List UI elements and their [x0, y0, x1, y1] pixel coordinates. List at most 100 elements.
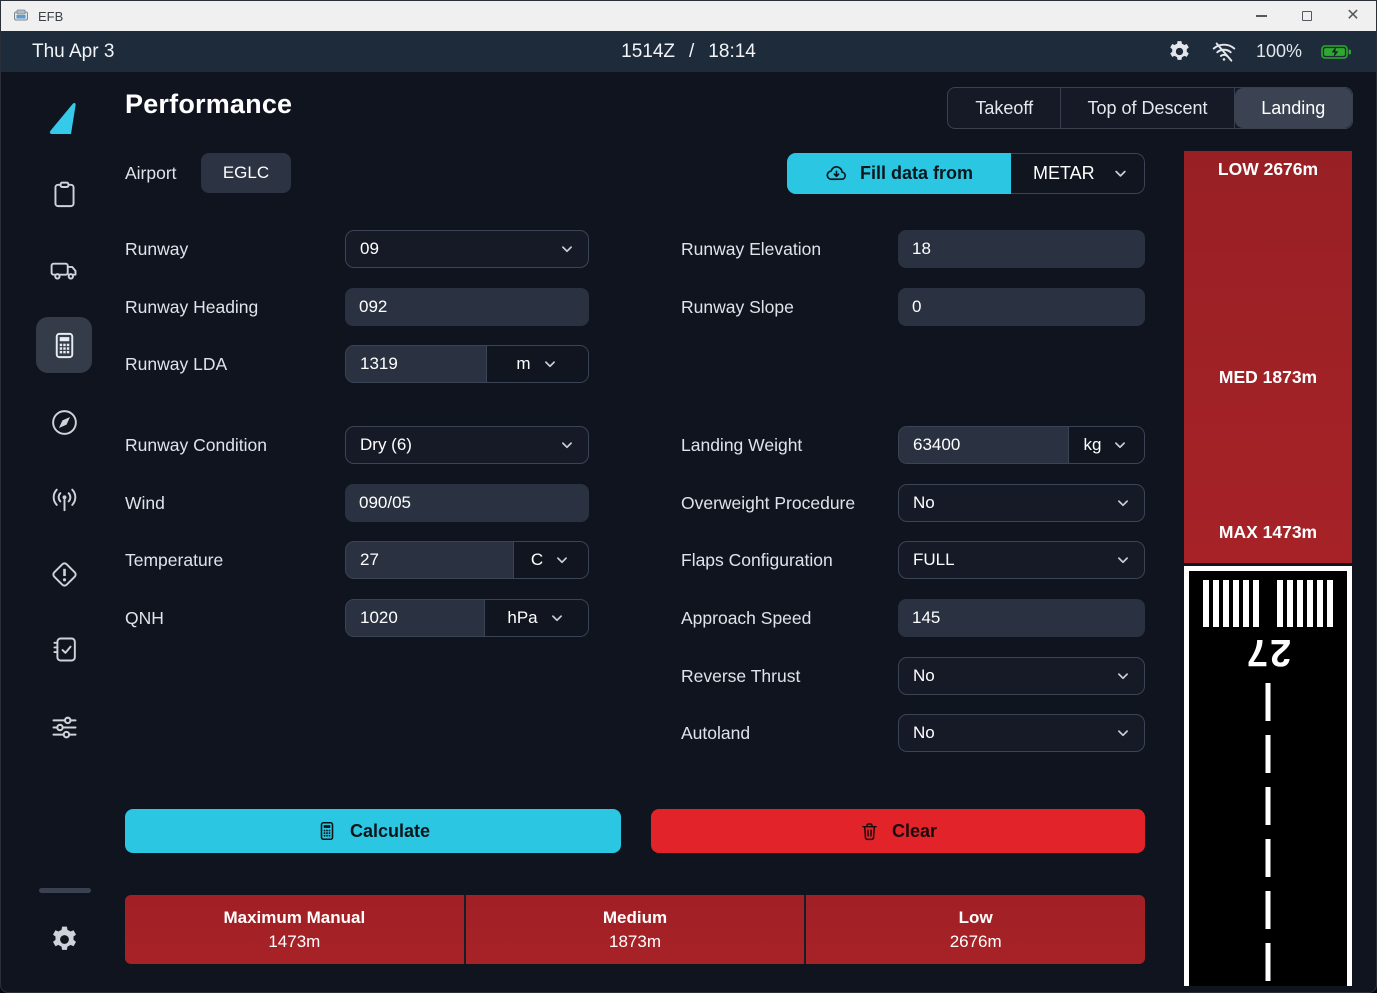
reverse-thrust-select[interactable]: No [898, 657, 1145, 695]
sidebar-item-preferences[interactable] [36, 699, 92, 755]
calculator-icon [316, 820, 338, 842]
overweight-procedure-select[interactable]: No [898, 484, 1145, 522]
braking-med-label: MED 1873m [1184, 367, 1352, 388]
result-maximum-manual: Maximum Manual 1473m [125, 895, 464, 964]
local-time: 18:14 [708, 31, 756, 72]
calculate-button[interactable]: Calculate [125, 809, 621, 853]
page-title: Performance [125, 89, 292, 120]
runway-centerline [1266, 683, 1271, 986]
status-bar: Thu Apr 3 1514Z / 18:14 100% [1, 31, 1376, 72]
time-separator: / [689, 31, 694, 72]
temperature-unit-dropdown[interactable]: C [513, 542, 588, 578]
app-window: EFB ✕ Thu Apr 3 1514Z / 18:14 100% [0, 0, 1377, 993]
airport-code-button[interactable]: EGLC [201, 153, 291, 193]
runway-heading-input[interactable] [345, 288, 589, 326]
calculator-icon [49, 330, 80, 361]
close-icon: ✕ [1346, 8, 1359, 24]
minimize-button[interactable] [1238, 1, 1284, 31]
utc-time: 1514Z [621, 31, 675, 72]
tab-takeoff[interactable]: Takeoff [948, 88, 1061, 128]
temperature-field: C [345, 541, 589, 579]
sidebar-item-checklist[interactable] [36, 621, 92, 677]
airline-logo-icon [44, 99, 84, 139]
temperature-label: Temperature [125, 541, 223, 579]
runway-number: 27 [1189, 630, 1347, 673]
qnh-unit-dropdown[interactable]: hPa [484, 600, 588, 636]
clear-button[interactable]: Clear [651, 809, 1145, 853]
compass-icon [49, 407, 80, 438]
fuel-truck-icon [49, 254, 80, 285]
wind-input[interactable] [345, 484, 589, 522]
sliders-icon [49, 712, 80, 743]
chevron-down-icon [1111, 164, 1130, 183]
performance-tabs: Takeoff Top of Descent Landing [947, 87, 1353, 129]
trash-icon [859, 821, 880, 842]
sidebar-item-radio[interactable] [36, 472, 92, 528]
sidebar-item-hazards[interactable] [36, 546, 92, 602]
qnh-input[interactable] [346, 600, 484, 636]
temperature-input[interactable] [346, 542, 513, 578]
clipboard-icon [49, 179, 80, 210]
sidebar-item-performance[interactable] [36, 317, 92, 373]
chevron-down-icon [1114, 494, 1132, 512]
window-title: EFB [38, 9, 63, 24]
flaps-configuration-select[interactable]: FULL [898, 541, 1145, 579]
sidebar-item-flightplan[interactable] [36, 166, 92, 222]
sidebar-item-navigation[interactable] [36, 394, 92, 450]
braking-max-label: MAX 1473m [1184, 522, 1352, 543]
airport-label: Airport [125, 153, 177, 191]
qnh-label: QNH [125, 599, 164, 637]
app-icon [13, 8, 29, 24]
runway-lda-unit-dropdown[interactable]: m [486, 346, 588, 382]
runway-select[interactable]: 09 [345, 230, 589, 268]
runway-condition-select[interactable]: Dry (6) [345, 426, 589, 464]
qnh-field: hPa [345, 599, 589, 637]
approach-speed-label: Approach Speed [681, 599, 811, 637]
chevron-down-icon [558, 240, 576, 258]
settings-gear-icon[interactable] [1167, 39, 1192, 64]
sidebar-item-fuel[interactable] [36, 241, 92, 297]
status-date: Thu Apr 3 [32, 31, 114, 72]
result-medium: Medium 1873m [464, 895, 805, 964]
approach-speed-input[interactable] [898, 599, 1145, 637]
runway-heading-label: Runway Heading [125, 288, 258, 326]
autoland-select[interactable]: No [898, 714, 1145, 752]
sidebar-divider [39, 888, 91, 893]
close-button[interactable]: ✕ [1330, 1, 1376, 31]
runway-label: Runway [125, 230, 188, 268]
tab-landing[interactable]: Landing [1235, 88, 1352, 128]
gear-icon [49, 924, 80, 955]
cloud-download-icon [825, 162, 848, 185]
wifi-off-icon [1211, 39, 1237, 65]
braking-distance-bar: LOW 2676m MED 1873m MAX 1473m [1184, 151, 1352, 563]
sidebar-item-settings[interactable] [36, 911, 92, 967]
checklist-icon [49, 634, 80, 665]
fill-source-dropdown[interactable]: METAR [1011, 153, 1145, 194]
runway-elevation-input[interactable] [898, 230, 1145, 268]
runway-condition-label: Runway Condition [125, 426, 267, 464]
landing-weight-unit-dropdown[interactable]: kg [1068, 427, 1144, 463]
titlebar: EFB ✕ [1, 1, 1376, 31]
reverse-thrust-label: Reverse Thrust [681, 657, 800, 695]
status-clock: 1514Z / 18:14 [621, 31, 756, 72]
runway-lda-input[interactable] [346, 346, 486, 382]
battery-percent: 100% [1256, 41, 1302, 62]
maximize-icon [1302, 11, 1312, 21]
hazard-diamond-icon [49, 559, 80, 590]
landing-weight-label: Landing Weight [681, 426, 802, 464]
runway-lda-field: m [345, 345, 589, 383]
runway-slope-input[interactable] [898, 288, 1145, 326]
fill-data-button[interactable]: Fill data from [787, 153, 1011, 194]
chevron-down-icon [541, 355, 559, 373]
fill-data-group: Fill data from METAR [787, 153, 1145, 194]
landing-weight-input[interactable] [899, 427, 1068, 463]
antenna-icon [49, 485, 80, 516]
tab-top-of-descent[interactable]: Top of Descent [1061, 88, 1234, 128]
chevron-down-icon [548, 609, 566, 627]
chevron-down-icon [1114, 551, 1132, 569]
runway-graphic: 27 [1184, 566, 1352, 986]
sidebar-item-logo[interactable] [36, 91, 92, 147]
minimize-icon [1256, 15, 1267, 16]
maximize-button[interactable] [1284, 1, 1330, 31]
results-bar: Maximum Manual 1473m Medium 1873m Low 26… [125, 895, 1145, 964]
